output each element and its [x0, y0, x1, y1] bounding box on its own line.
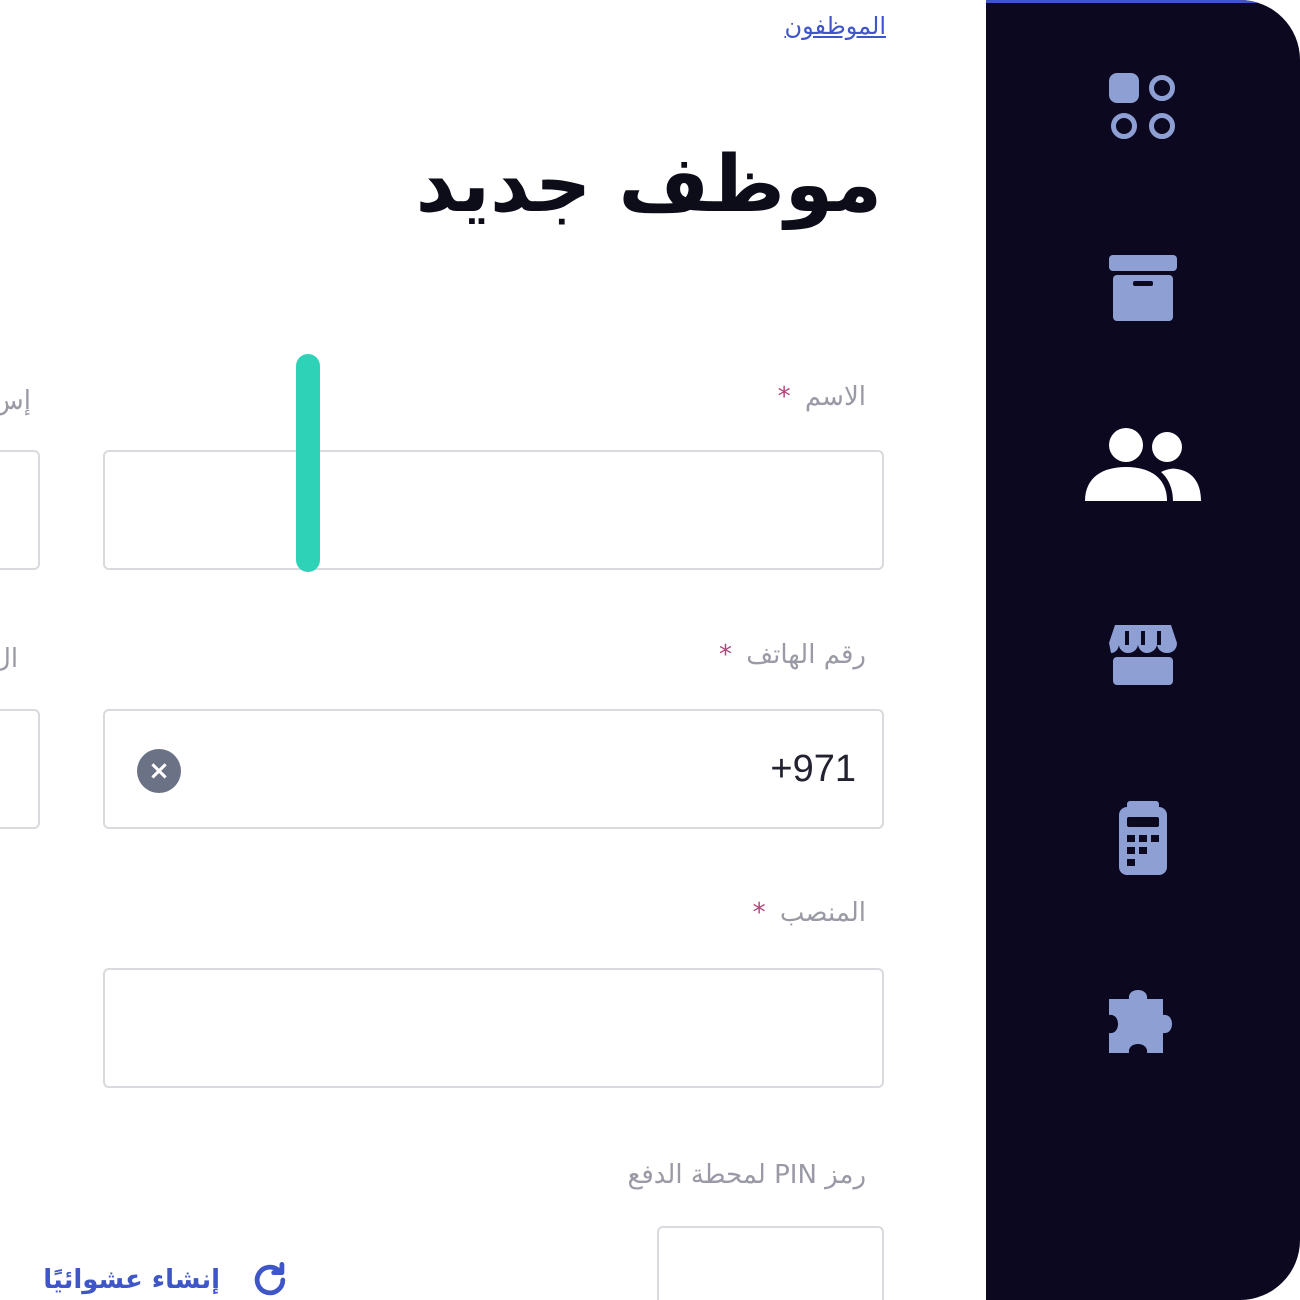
close-icon: × — [148, 756, 170, 786]
sidebar-item-dashboard[interactable] — [986, 47, 1300, 167]
app-window: الموظفون موظف جديد الاسم * رقم الهاتف * … — [0, 0, 1300, 1300]
pos-terminal-icon — [1119, 801, 1167, 875]
breadcrumb-employees-link[interactable]: الموظفون — [784, 12, 886, 40]
name-label: الاسم * — [778, 382, 866, 412]
pin-label-text: رمز PIN لمحطة الدفع — [627, 1160, 866, 1190]
users-icon — [1085, 428, 1201, 501]
pin-input[interactable] — [659, 1228, 882, 1300]
store-icon — [1109, 625, 1177, 685]
name-field-box — [103, 450, 884, 570]
pin-field-box — [657, 1226, 884, 1300]
pin-label: رمز PIN لمحطة الدفع — [628, 1160, 866, 1190]
active-nav-indicator — [296, 354, 320, 572]
generate-random-label: إنشاء عشوائيًا — [43, 1265, 220, 1295]
phone-label: رقم الهاتف * — [719, 640, 866, 670]
name-label-text: الاسم — [804, 382, 866, 412]
required-mark: * — [752, 898, 766, 928]
sidebar-item-inventory[interactable] — [986, 229, 1300, 349]
main-content: الموظفون موظف جديد الاسم * رقم الهاتف * … — [0, 0, 986, 1300]
clear-phone-button[interactable]: × — [137, 749, 181, 793]
position-field-box — [103, 968, 884, 1088]
phone-field-box: × — [103, 709, 884, 829]
page-title: موظف جديد — [415, 140, 882, 230]
sidebar-nav — [986, 0, 1300, 1300]
phone-label-text: رقم الهاتف — [746, 640, 866, 670]
sidebar-item-pos[interactable] — [986, 779, 1300, 899]
generate-random-pin-button[interactable]: إنشاء عشوائيًا — [43, 1258, 292, 1300]
position-label-text: المنصب — [779, 898, 866, 928]
position-input[interactable] — [105, 970, 882, 1086]
name-input[interactable] — [105, 452, 882, 568]
dashboard-grid-icon — [1109, 73, 1175, 139]
refresh-icon — [254, 1262, 286, 1296]
required-mark: * — [718, 640, 732, 670]
archive-box-icon — [1109, 255, 1177, 321]
partial-input-box[interactable] — [0, 709, 40, 829]
sidebar-item-integrations[interactable] — [986, 961, 1300, 1081]
phone-input[interactable] — [105, 711, 882, 827]
partial-field-label: إس — [0, 386, 31, 416]
puzzle-piece-icon — [1109, 990, 1172, 1053]
partial-field-label: ال — [0, 644, 19, 674]
position-label: المنصب * — [753, 898, 866, 928]
sidebar-item-stores[interactable] — [986, 595, 1300, 715]
partial-input-box[interactable] — [0, 450, 40, 570]
sidebar-item-employees[interactable] — [986, 405, 1300, 525]
required-mark: * — [777, 382, 791, 412]
